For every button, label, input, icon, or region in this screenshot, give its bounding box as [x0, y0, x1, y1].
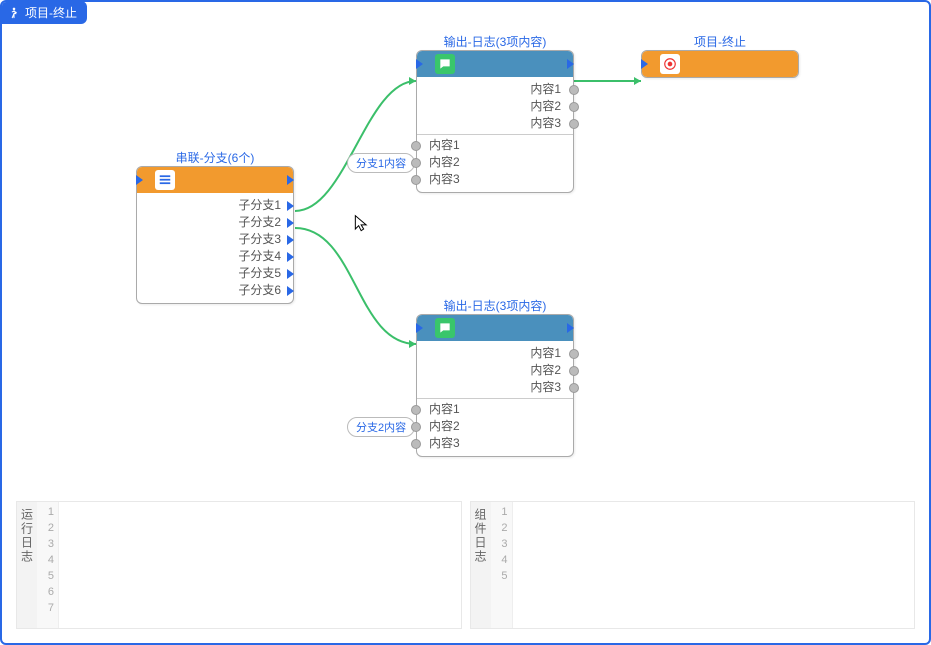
log-in-row: 内容2: [417, 418, 573, 435]
branch-out-port[interactable]: [287, 235, 294, 245]
node-log1[interactable]: 输出-日志(3项内容) 内容1 内容2 内容3 分支1内容 内容1 内容2 内容…: [416, 50, 574, 193]
flow-in-port[interactable]: [416, 323, 423, 333]
run-person-icon: [7, 6, 21, 20]
branch-row: 子分支6: [137, 282, 293, 299]
node-log2[interactable]: 输出-日志(3项内容) 内容1 内容2 内容3 分支2内容 内容1 内容2 内容…: [416, 314, 574, 457]
flow-in-port[interactable]: [136, 175, 143, 185]
log-in-row: 内容1: [417, 401, 573, 418]
data-in-port[interactable]: [411, 422, 421, 432]
log-out-row: 内容2: [417, 362, 573, 379]
branch-out-port[interactable]: [287, 286, 294, 296]
flow-in-port[interactable]: [641, 59, 648, 69]
flow-out-port[interactable]: [567, 59, 574, 69]
branch-row: 子分支1: [137, 197, 293, 214]
mouse-cursor-icon: [352, 214, 372, 234]
log-in-row: 内容3: [417, 171, 573, 188]
log-panels: 运行日志 1 2 3 4 5 6 7 组件日志 1 2 3 4: [16, 501, 915, 629]
canvas-title-text: 项目-终止: [25, 4, 77, 21]
branch-row: 子分支3: [137, 231, 293, 248]
log-out-row: 内容3: [417, 115, 573, 132]
log-in-row: 内容3: [417, 435, 573, 452]
data-out-port[interactable]: [569, 366, 579, 376]
data-out-port[interactable]: [569, 119, 579, 129]
data-in-port[interactable]: [411, 175, 421, 185]
run-log-title: 运行日志: [17, 502, 37, 628]
data-in-port[interactable]: [411, 439, 421, 449]
branch-row: 子分支5: [137, 265, 293, 282]
log-chat-icon: [435, 54, 455, 74]
run-log-gutter: 1 2 3 4 5 6 7: [37, 502, 59, 628]
log-out-row: 内容1: [417, 81, 573, 98]
data-out-port[interactable]: [569, 349, 579, 359]
stop-target-icon: [660, 54, 680, 74]
component-log-title: 组件日志: [471, 502, 491, 628]
node-log1-header[interactable]: [417, 51, 573, 77]
node-log2-header[interactable]: [417, 315, 573, 341]
canvas-title-tab: 项目-终止: [1, 1, 87, 24]
log-out-row: 内容2: [417, 98, 573, 115]
branch-out-port[interactable]: [287, 252, 294, 262]
data-in-port[interactable]: [411, 405, 421, 415]
node-branch-header[interactable]: [137, 167, 293, 193]
flow-out-port[interactable]: [287, 175, 294, 185]
branch-out-port[interactable]: [287, 269, 294, 279]
log1-section-label: 分支1内容: [347, 153, 415, 173]
flow-out-port[interactable]: [567, 323, 574, 333]
flow-in-port[interactable]: [416, 59, 423, 69]
node-terminate-header[interactable]: [642, 51, 798, 77]
log2-section-label: 分支2内容: [347, 417, 415, 437]
branch-row: 子分支2: [137, 214, 293, 231]
data-in-port[interactable]: [411, 141, 421, 151]
data-out-port[interactable]: [569, 383, 579, 393]
log-out-row: 内容1: [417, 345, 573, 362]
log-in-row: 内容2: [417, 154, 573, 171]
log-out-row: 内容3: [417, 379, 573, 396]
node-terminate[interactable]: 项目-终止: [641, 50, 799, 78]
run-log-panel[interactable]: 运行日志 1 2 3 4 5 6 7: [16, 501, 462, 629]
node-terminate-title: 项目-终止: [642, 33, 798, 50]
canvas-area[interactable]: 串联-分支(6个) 子分支1 子分支2 子分支3 子分支4 子分支5 子分支6 …: [16, 26, 915, 629]
data-in-port[interactable]: [411, 158, 421, 168]
component-log-gutter: 1 2 3 4 5: [491, 502, 513, 628]
branch-row: 子分支4: [137, 248, 293, 265]
node-branch[interactable]: 串联-分支(6个) 子分支1 子分支2 子分支3 子分支4 子分支5 子分支6: [136, 166, 294, 304]
component-log-content[interactable]: [513, 502, 915, 628]
log-chat-icon: [435, 318, 455, 338]
workflow-canvas: 项目-终止 串联-分支(6个) 子分支1: [0, 0, 931, 645]
branch-list-icon: [155, 170, 175, 190]
node-log2-title: 输出-日志(3项内容): [417, 297, 573, 314]
run-log-content[interactable]: [59, 502, 461, 628]
node-log1-title: 输出-日志(3项内容): [417, 33, 573, 50]
component-log-panel[interactable]: 组件日志 1 2 3 4 5: [470, 501, 916, 629]
branch-out-port[interactable]: [287, 201, 294, 211]
branch-out-port[interactable]: [287, 218, 294, 228]
data-out-port[interactable]: [569, 85, 579, 95]
data-out-port[interactable]: [569, 102, 579, 112]
node-branch-title: 串联-分支(6个): [137, 149, 293, 166]
log-in-row: 内容1: [417, 137, 573, 154]
